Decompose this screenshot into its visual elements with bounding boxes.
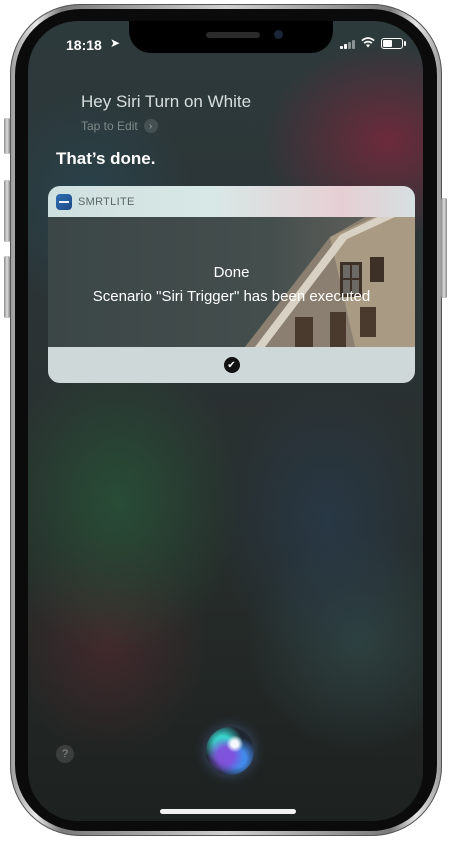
- siri-orb-icon[interactable]: [206, 727, 254, 775]
- card-footer: ✔: [48, 347, 415, 383]
- card-header: SMRTLITE: [48, 186, 415, 217]
- help-button[interactable]: ?: [56, 745, 74, 763]
- app-name: SMRTLITE: [78, 195, 135, 208]
- card-body: Done Scenario "Siri Trigger" has been ex…: [48, 217, 415, 347]
- side-button: [441, 198, 447, 298]
- card-title: Done: [213, 264, 250, 281]
- tap-to-edit-label: Tap to Edit: [81, 119, 138, 133]
- house-image: [245, 217, 415, 347]
- status-time: 18:18: [66, 37, 102, 53]
- mute-switch: [4, 118, 10, 154]
- location-arrow-icon: ➤: [110, 36, 121, 50]
- siri-response-text: That’s done.: [56, 149, 156, 168]
- battery-icon: [381, 38, 406, 49]
- volume-up-button: [4, 180, 10, 242]
- card-message: Scenario "Siri Trigger" has been execute…: [92, 288, 371, 305]
- earpiece-speaker: [206, 32, 260, 38]
- cellular-signal-icon: [340, 39, 355, 49]
- screen: 18:18 ➤ Hey Siri Turn on White Tap to Ed…: [28, 21, 423, 821]
- home-indicator[interactable]: [160, 809, 296, 814]
- wifi-icon: [361, 37, 375, 50]
- siri-query-text: Hey Siri Turn on White: [81, 92, 252, 111]
- volume-down-button: [4, 256, 10, 318]
- battery-level: [383, 40, 392, 47]
- status-indicators: [340, 37, 406, 50]
- chevron-right-icon: ›: [143, 119, 158, 133]
- checkmark-icon: ✔: [223, 357, 240, 373]
- shortcut-result-card[interactable]: SMRTLITE Done Scenario "Siri Trigger" ha…: [48, 186, 415, 383]
- smrtlite-app-icon: [56, 193, 72, 210]
- notch: [129, 21, 333, 53]
- front-camera: [274, 30, 283, 39]
- tap-to-edit-button[interactable]: Tap to Edit ›: [81, 119, 158, 133]
